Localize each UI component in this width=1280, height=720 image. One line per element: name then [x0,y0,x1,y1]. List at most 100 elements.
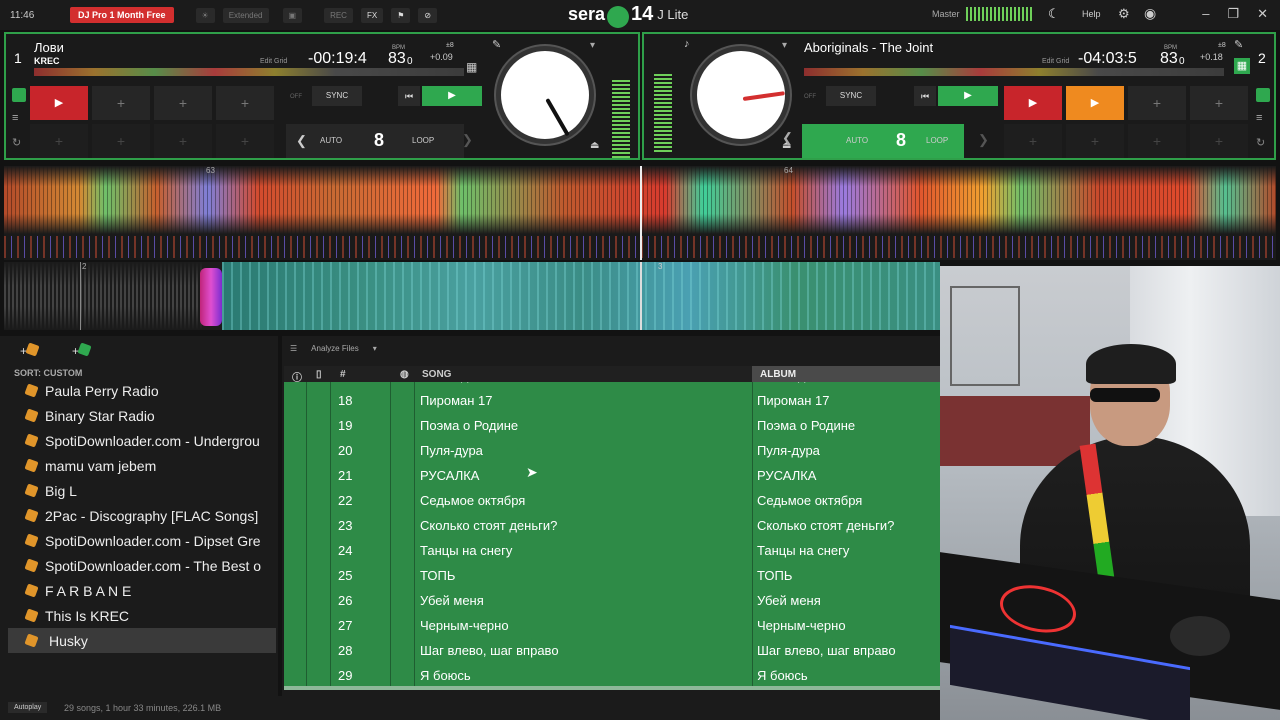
table-row[interactable]: 22 Седьмое октября Седьмое октября [284,493,940,518]
add-crate-button[interactable]: + [20,342,40,358]
zoom-waveform[interactable]: 2 3 [4,262,940,330]
table-row[interactable]: 19 Поэма о Родине Поэма о Родине [284,418,940,443]
table-row[interactable]: 28 Шаг влево, шаг вправо Шаг влево, шаг вп… [284,643,940,668]
maximize-icon[interactable]: ❐ [1227,6,1239,22]
pencil-icon[interactable]: ✎ [492,38,501,51]
sun-icon[interactable]: ☀ [195,7,215,23]
crate-item[interactable]: SpotiDownloader.com - Dipset Gre [8,528,276,553]
grid-icon[interactable]: ▦ [1234,58,1250,74]
dropdown-icon[interactable]: ▾ [590,40,595,51]
deck-1-platter[interactable] [496,46,594,144]
table-row[interactable]: 18 Пироман 17 Пироман 17 [284,393,940,418]
dropdown-icon[interactable]: ▾ [782,40,787,51]
crate-item[interactable]: SpotiDownloader.com - Undergrou [8,428,276,453]
close-icon[interactable]: ✕ [1257,6,1268,22]
cue-pad-5[interactable]: + [1004,124,1062,158]
deck-panel-icon[interactable] [12,88,26,102]
shield-icon[interactable]: ▣ [282,7,303,23]
table-row[interactable]: 24 Танцы на снегу Танцы на снегу [284,543,940,568]
autoplay-button[interactable]: Autoplay [8,702,48,713]
cue-pad-8[interactable]: + [216,124,274,158]
fx-button[interactable]: FX [360,7,384,23]
loop-half-icon[interactable]: ❮ [296,133,307,149]
sync-button[interactable]: SYNC [312,86,362,106]
main-waveform[interactable]: 63 64 [4,166,1276,260]
crate-item[interactable]: Paula Perry Radio [8,378,276,403]
music-note-icon[interactable]: ♪ [684,38,690,50]
crate-item[interactable]: F A R B A N E [8,578,276,603]
deck-panel-icon[interactable] [1256,88,1270,102]
chevron-down-icon[interactable]: ▾ [373,344,377,353]
loop-button[interactable]: LOOP [412,136,434,145]
user-icon[interactable]: ◉ [1144,5,1156,22]
sort-label[interactable]: SORT: CUSTOM [14,368,82,378]
table-row[interactable]: 20 Пуля-дура Пуля-дура [284,443,940,468]
crate-item[interactable]: SpotiDownloader.com - The Best o [8,553,276,578]
cue-pad-8[interactable]: + [1190,124,1248,158]
extended-dropdown[interactable]: Extended [222,7,269,23]
refresh-icon[interactable]: ↻ [12,136,21,149]
crate-item[interactable]: Big L [8,478,276,503]
cue-pad-3[interactable]: + [1128,86,1186,120]
cue-pad-2[interactable]: + [92,86,150,120]
cue-pad-5[interactable]: + [30,124,88,158]
loop-button[interactable]: LOOP [926,136,948,145]
cue-pad-3[interactable]: + [154,86,212,120]
analyze-files-button[interactable]: Analyze Files [311,344,359,353]
help-menu[interactable]: Help [1082,9,1101,19]
edit-grid-button[interactable]: Edit Grid [1042,58,1069,65]
play-button[interactable]: ▶ [422,86,482,106]
cue-pad-1[interactable]: ▶ [1004,86,1062,120]
loop-half-icon[interactable]: ❮ [782,130,793,146]
list-view-icon[interactable]: ☰ [290,344,297,353]
table-row[interactable]: 26 Убей меня Убей меня [284,593,940,618]
pencil-icon[interactable]: ✎ [1234,38,1243,51]
table-row[interactable]: 25 ТОПЬ ТОПЬ [284,568,940,593]
refresh-icon[interactable]: ↻ [1256,136,1265,149]
cue-pad-7[interactable]: + [1128,124,1186,158]
cue-pad-4[interactable]: + [1190,86,1248,120]
table-row[interactable]: 29 Я боюсь Я боюсь [284,668,940,690]
cue-previous-button[interactable]: ⏮ [398,86,420,106]
cue-pad-6[interactable]: + [92,124,150,158]
table-row[interactable]: 23 Сколько стоят деньги? Сколько стоят ден… [284,518,940,543]
table-row[interactable]: 21 РУСАЛКА РУСАЛКА [284,468,940,493]
cue-pad-2[interactable]: ▶ [1066,86,1124,120]
crate-item[interactable]: This Is KREC [8,603,276,628]
menu-icon[interactable]: ≡ [12,112,18,124]
link-icon[interactable]: ⊘ [418,7,438,23]
minimize-icon[interactable]: – [1202,6,1209,22]
loop-double-icon[interactable]: ❯ [978,132,989,148]
sampler-icon[interactable]: ⚑ [391,7,411,23]
track-overview[interactable] [34,68,464,76]
sync-button[interactable]: SYNC [826,86,876,106]
cue-pad-7[interactable]: + [154,124,212,158]
add-smart-crate-button[interactable]: + [72,342,92,358]
play-button[interactable]: ▶ [938,86,998,106]
palette-icon[interactable]: ◍ [400,369,409,380]
cue-previous-button[interactable]: ⏮ [914,86,936,106]
deck-2-platter[interactable] [692,46,790,144]
cue-pad-1[interactable]: ▶ [30,86,88,120]
auto-loop-label[interactable]: AUTO [320,136,342,145]
crate-item[interactable]: 2Pac - Discography [FLAC Songs] [8,503,276,528]
moon-icon[interactable]: ☾ [1048,6,1060,22]
column-album-header[interactable]: ALBUM [752,366,940,382]
auto-loop-label[interactable]: AUTO [846,136,868,145]
column-num[interactable]: # [340,369,346,380]
crate-item[interactable]: Binary Star Radio [8,403,276,428]
rec-button[interactable]: REC [324,7,353,23]
crate-item[interactable]: mamu vam jebem [8,453,276,478]
gear-icon[interactable]: ⚙ [1118,6,1130,22]
file-icon[interactable]: ▯ [316,369,322,380]
table-row[interactable]: 17 Песня для К Песня для К [284,382,940,393]
column-song[interactable]: SONG [422,369,451,380]
grid-icon[interactable]: ▦ [466,60,477,74]
track-overview[interactable] [804,68,1224,76]
edit-grid-button[interactable]: Edit Grid [260,58,287,65]
cue-pad-6[interactable]: + [1066,124,1124,158]
eject-icon[interactable]: ⏏ [590,140,599,151]
table-row[interactable]: 27 Черным-черно Черным-черно [284,618,940,643]
loop-double-icon[interactable]: ❯ [462,132,473,148]
cue-pad-4[interactable]: + [216,86,274,120]
